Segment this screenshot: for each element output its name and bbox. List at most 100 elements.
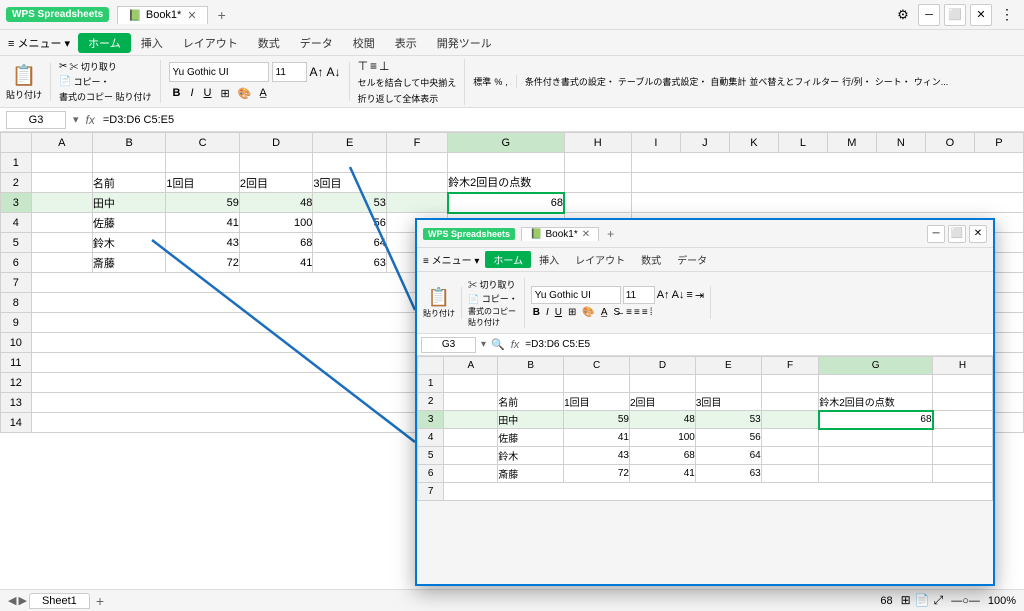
cell-G1[interactable] [448,153,564,173]
popup-cell-F6[interactable] [761,465,819,483]
tab-insert[interactable]: 挿入 [131,33,173,53]
window-button[interactable]: ウィン... [914,75,949,88]
cell-A2[interactable] [31,173,92,193]
popup-align-justify-icon[interactable]: ⁞ [650,307,653,318]
popup-cell-A2[interactable] [444,393,498,411]
popup-size-selector[interactable] [623,286,655,304]
tab-close-icon[interactable]: ✕ [187,9,196,22]
popup-cell-F4[interactable] [761,429,819,447]
popup-indent-icon[interactable]: ⇥ [695,289,704,302]
menu-button[interactable]: ≡ メニュー ▾ [8,35,70,51]
popup-tab-insert[interactable]: 挿入 [531,251,567,268]
tab-view[interactable]: 表示 [385,33,427,53]
cell-E4[interactable]: 56 [313,213,387,233]
popup-cell-B1[interactable] [498,375,564,393]
copy-button[interactable]: 📄 コピー・ [59,75,152,88]
cell-rest3[interactable] [631,193,1023,213]
cut-button[interactable]: ✂ ✂ 切り取り [59,60,152,73]
autosum-button[interactable]: 自動集計 [710,75,746,88]
cell-G2[interactable]: 鈴木2回目の点数 [448,173,564,193]
col-header-B[interactable]: B [92,133,166,153]
cell-H1[interactable] [564,153,631,173]
col-header-J[interactable]: J [680,133,729,153]
align-bottom-icon[interactable]: ⊥ [379,59,389,73]
cell-G3-selected[interactable]: 68 [448,193,564,213]
formula-input[interactable] [99,114,1018,126]
col-header-K[interactable]: K [729,133,778,153]
popup-cell-G4[interactable] [819,429,933,447]
col-header-M[interactable]: M [827,133,876,153]
popup-cell-reference[interactable] [421,337,476,353]
full-screen-icon[interactable]: ⤢ [934,593,944,608]
cell-A3[interactable] [31,193,92,213]
popup-cell-H2[interactable] [933,393,993,411]
col-header-N[interactable]: N [876,133,925,153]
font-grow-icon[interactable]: A↑ [310,65,324,79]
cell-E3[interactable]: 53 [313,193,387,213]
popup-close-button[interactable]: ✕ [969,225,987,243]
cell-C3[interactable]: 59 [166,193,240,213]
popup-col-C[interactable]: C [564,357,630,375]
table-format-button[interactable]: テーブルの書式設定・ [618,75,707,88]
popup-cell-F1[interactable] [761,375,819,393]
popup-cell-B6[interactable]: 斎藤 [498,465,564,483]
cell-F3[interactable] [386,193,447,213]
normal-view-icon[interactable]: ⊞ [901,593,911,608]
popup-cell-D2[interactable]: 2回目 [630,393,696,411]
col-header-A[interactable]: A [31,133,92,153]
cell-H2[interactable] [564,173,631,193]
popup-tab-formula[interactable]: 数式 [633,251,669,268]
add-sheet-icon[interactable]: + [92,593,108,609]
popup-restore-button[interactable]: ⬜ [948,225,966,243]
popup-cell-C4[interactable]: 41 [564,429,630,447]
col-header-E[interactable]: E [313,133,387,153]
popup-strikethrough-icon[interactable]: S̶ [611,306,622,319]
popup-cell-A5[interactable] [444,447,498,465]
sheet-button[interactable]: シート・ [875,75,911,88]
popup-cell-E5[interactable]: 64 [695,447,761,465]
cell-E2[interactable]: 3回目 [313,173,387,193]
popup-cell-C1[interactable] [564,375,630,393]
popup-cell-E3[interactable]: 53 [695,411,761,429]
cell-reference[interactable] [6,111,66,129]
popup-cell-C6[interactable]: 72 [564,465,630,483]
cell-B6[interactable]: 斎藤 [92,253,166,273]
cell-A6[interactable] [31,253,92,273]
cell-H3[interactable] [564,193,631,213]
tab-layout[interactable]: レイアウト [173,33,248,53]
cell-A1[interactable] [31,153,92,173]
cell-C6[interactable]: 72 [166,253,240,273]
popup-cell-A3[interactable] [444,411,498,429]
minimize-button[interactable]: ─ [918,4,940,26]
popup-cell-D5[interactable]: 68 [630,447,696,465]
popup-cell-G3-selected[interactable]: 68 [819,411,933,429]
popup-col-G[interactable]: G [819,357,933,375]
sort-filter-button[interactable]: 並べ替えとフィルター [749,75,839,88]
popup-col-F[interactable]: F [761,357,819,375]
popup-cell-E2[interactable]: 3回目 [695,393,761,411]
more-button[interactable]: ⋮ [996,4,1018,26]
popup-tab-data[interactable]: データ [669,251,715,268]
col-header-L[interactable]: L [778,133,827,153]
col-header-H[interactable]: H [564,133,631,153]
cell-E5[interactable]: 64 [313,233,387,253]
popup-align-left-icon[interactable]: ≡ [626,307,632,318]
fill-color-button[interactable]: 🎨 [235,86,255,101]
row-col-button[interactable]: 行/列・ [842,75,872,88]
popup-cell-H4[interactable] [933,429,993,447]
popup-col-H[interactable]: H [933,357,993,375]
cell-C1[interactable] [166,153,240,173]
popup-row-7-cells[interactable] [444,483,993,501]
cell-F1[interactable] [386,153,447,173]
col-header-O[interactable]: O [925,133,974,153]
popup-font-selector[interactable] [531,286,621,304]
cell-D1[interactable] [239,153,313,173]
col-header-P[interactable]: P [974,133,1023,153]
cell-B2[interactable]: 名前 [92,173,166,193]
popup-paste-icon[interactable]: 📋 [428,287,450,308]
wrap-button[interactable]: 折り返して全体表示 [358,94,439,104]
page-view-icon[interactable]: 📄 [915,593,930,608]
cell-D3[interactable]: 48 [239,193,313,213]
cell-F2[interactable] [386,173,447,193]
prev-sheet-icon[interactable]: ◀ [8,594,16,607]
